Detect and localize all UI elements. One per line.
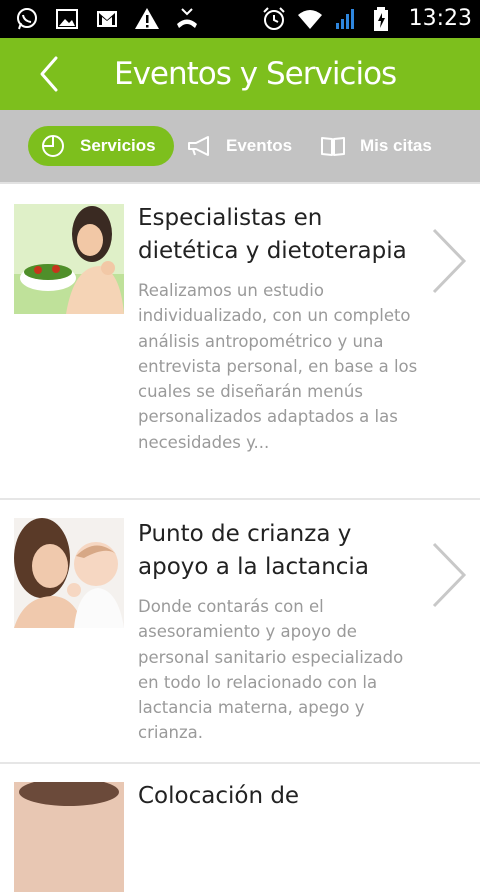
back-arrow-icon[interactable] bbox=[28, 52, 72, 96]
missed-call-icon bbox=[177, 8, 197, 28]
tab-label: Mis citas bbox=[360, 136, 432, 155]
status-time: 13:23 bbox=[408, 6, 472, 31]
list-item[interactable]: Colocación de bbox=[0, 764, 480, 892]
app-bar: Eventos y Servicios bbox=[0, 38, 480, 110]
alarm-icon bbox=[262, 7, 285, 30]
tab-label: Eventos bbox=[226, 136, 293, 155]
item-title: Colocación de bbox=[138, 783, 300, 809]
chevron-right-icon bbox=[432, 542, 467, 608]
tab-bar: Servicios Eventos Mis citas bbox=[0, 110, 480, 184]
megaphone-icon bbox=[188, 136, 209, 156]
item-description: Donde contarás con el asesoramiento y ap… bbox=[138, 597, 404, 743]
signal-icon bbox=[335, 9, 354, 29]
woman-salad-photo bbox=[14, 204, 124, 314]
wifi-icon bbox=[297, 10, 322, 29]
tab-label: Servicios bbox=[80, 136, 156, 155]
battery-icon bbox=[373, 7, 388, 31]
book-icon bbox=[321, 137, 345, 156]
list-item[interactable]: Punto de crianza y apoyo a la lactancia … bbox=[0, 500, 480, 764]
whatsapp-icon bbox=[17, 8, 37, 30]
tab-mis-citas[interactable]: Mis citas bbox=[320, 126, 432, 166]
item-title: Especialistas en dietética y dietoterapi… bbox=[138, 205, 407, 264]
list-item[interactable]: Especialistas en dietética y dietoterapi… bbox=[0, 184, 480, 500]
gallery-icon bbox=[56, 9, 78, 29]
chevron-right-icon bbox=[432, 228, 467, 294]
tab-servicios[interactable]: Servicios bbox=[28, 126, 174, 166]
status-bar: 13:23 bbox=[0, 0, 480, 38]
item-title: Punto de crianza y apoyo a la lactancia bbox=[138, 521, 369, 580]
ear-photo bbox=[14, 782, 124, 892]
warning-icon bbox=[135, 8, 159, 29]
gmail-icon bbox=[97, 11, 117, 27]
item-description: Realizamos un estudio individualizado, c… bbox=[138, 281, 418, 452]
tab-eventos[interactable]: Eventos bbox=[186, 126, 292, 166]
page-title: Eventos y Servicios bbox=[114, 56, 397, 92]
pie-chart-icon bbox=[42, 135, 64, 157]
mother-baby-photo bbox=[14, 518, 124, 628]
